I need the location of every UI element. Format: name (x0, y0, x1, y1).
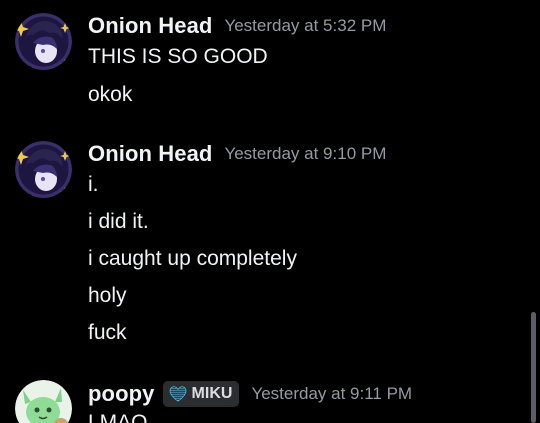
username[interactable]: poopy (88, 381, 155, 407)
server-tag[interactable]: 💙︎ MIKU (162, 381, 240, 407)
username[interactable]: Onion Head (88, 13, 212, 39)
chat-message-list: Onion Head Yesterday at 5:32 PM THIS IS … (0, 0, 540, 423)
server-tag-label: MIKU (191, 385, 233, 402)
username[interactable]: Onion Head (88, 141, 212, 167)
onion-head-avatar[interactable] (15, 141, 72, 198)
message-header: Onion Head Yesterday at 5:32 PM (88, 12, 386, 40)
heart-icon: 💙︎ (168, 385, 188, 403)
green-creature-avatar[interactable] (15, 380, 72, 423)
message-header: Onion Head Yesterday at 9:10 PM (88, 140, 386, 168)
timestamp[interactable]: Yesterday at 5:32 PM (224, 16, 386, 36)
message-line: holy (88, 284, 127, 307)
message-line: fuck (88, 321, 127, 344)
timestamp[interactable]: Yesterday at 9:11 PM (251, 384, 412, 404)
scrollbar-thumb[interactable] (531, 312, 536, 423)
message-line: THIS IS SO GOOD (88, 45, 268, 68)
message-header: poopy 💙︎ MIKU Yesterday at 9:11 PM (88, 380, 412, 408)
onion-head-avatar[interactable] (15, 13, 72, 70)
message-line: i did it. (88, 210, 149, 233)
message-line: LMAO (88, 411, 148, 423)
message-line: i. (88, 173, 99, 196)
message-line: okok (88, 83, 133, 106)
timestamp[interactable]: Yesterday at 9:10 PM (224, 144, 386, 164)
message-line: i caught up completely (88, 247, 297, 270)
